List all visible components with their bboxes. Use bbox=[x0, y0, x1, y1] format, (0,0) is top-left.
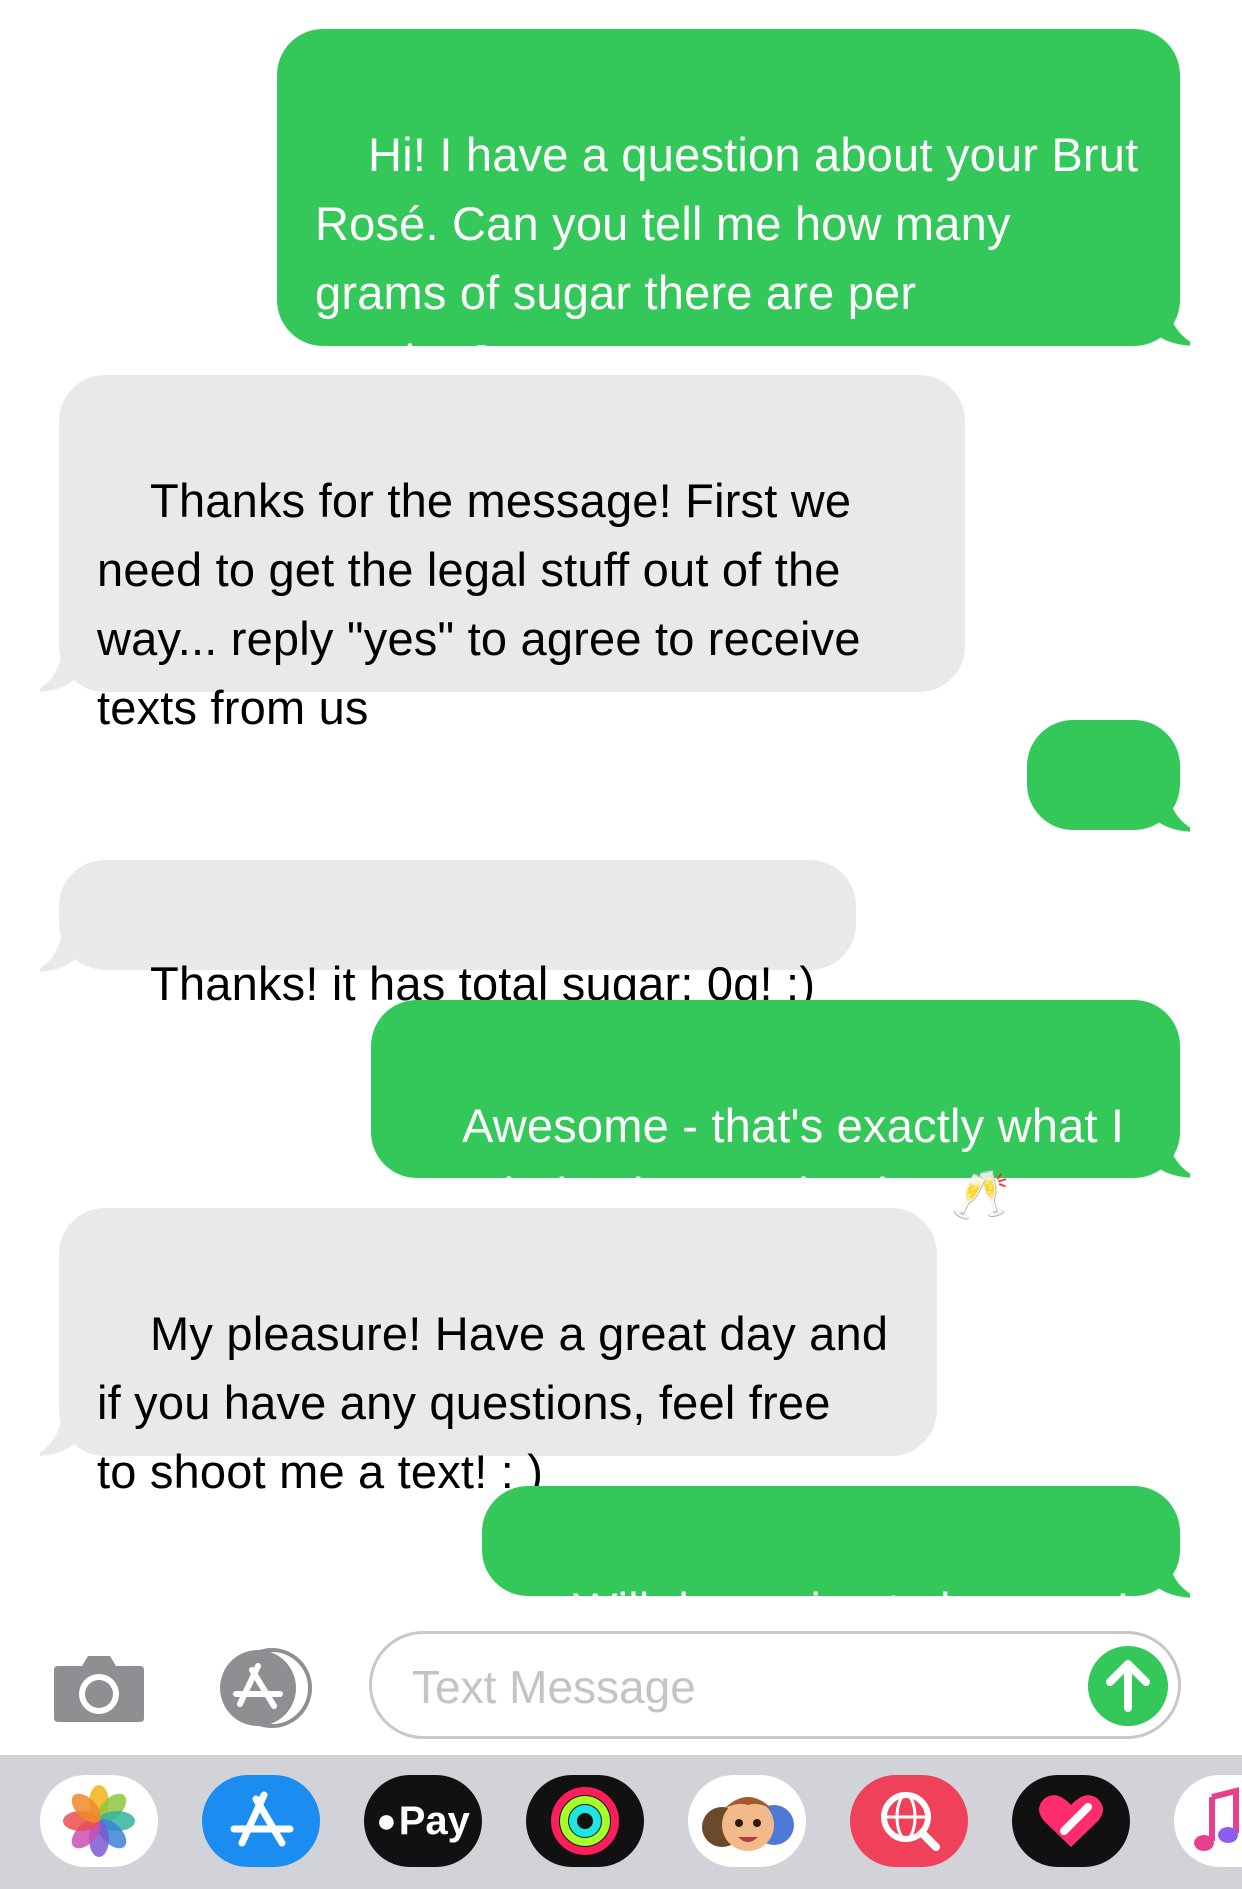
message-thread: Hi! I have a question about your Brut Ro… bbox=[0, 0, 1242, 1636]
bubble-tail bbox=[40, 932, 80, 972]
apple-pay-app-icon[interactable]: ● Pay bbox=[364, 1775, 482, 1867]
message-input[interactable] bbox=[410, 1656, 1094, 1718]
send-arrow-icon[interactable] bbox=[1088, 1646, 1168, 1726]
camera-icon[interactable] bbox=[52, 1652, 146, 1722]
web-search-app-icon[interactable] bbox=[850, 1775, 968, 1867]
sent-message[interactable]: Will do - going to buy now! bbox=[482, 1486, 1180, 1636]
sent-message[interactable]: Awesome - that's exactly what I needed t… bbox=[371, 1000, 1180, 1221]
apple-pay-label: Pay bbox=[398, 1798, 470, 1843]
message-text-field[interactable] bbox=[369, 1631, 1181, 1739]
bubble-tail bbox=[1150, 792, 1190, 832]
digital-touch-app-icon[interactable] bbox=[1012, 1775, 1130, 1867]
message-text: My pleasure! Have a great day and if you… bbox=[97, 1307, 889, 1498]
received-message[interactable]: Thanks! it has total sugar: 0g! :) bbox=[59, 860, 856, 1010]
received-message[interactable]: My pleasure! Have a great day and if you… bbox=[59, 1208, 937, 1498]
message-text: Hi! I have a question about your Brut Ro… bbox=[315, 128, 1139, 388]
bubble-tail bbox=[40, 1416, 80, 1456]
received-message[interactable]: Thanks for the message! First we need to… bbox=[59, 375, 965, 734]
bubble-tail bbox=[1150, 1558, 1190, 1598]
bubble-tail bbox=[40, 652, 80, 692]
photos-app-icon[interactable] bbox=[40, 1775, 158, 1867]
bubble-tail bbox=[1150, 306, 1190, 346]
message-text: Thanks for the message! First we need to… bbox=[97, 474, 861, 734]
sent-message[interactable]: Hi! I have a question about your Brut Ro… bbox=[277, 29, 1180, 388]
message-text: Yes bbox=[1065, 886, 1143, 939]
message-text: Awesome - that's exactly what I needed t… bbox=[409, 1099, 1125, 1221]
apple-logo-icon: ● bbox=[376, 1801, 397, 1840]
activity-app-icon[interactable] bbox=[526, 1775, 644, 1867]
memoji-app-icon[interactable] bbox=[688, 1775, 806, 1867]
app-store-app-icon[interactable] bbox=[202, 1775, 320, 1867]
app-store-icon[interactable] bbox=[210, 1648, 320, 1728]
bubble-tail bbox=[1150, 1138, 1190, 1178]
